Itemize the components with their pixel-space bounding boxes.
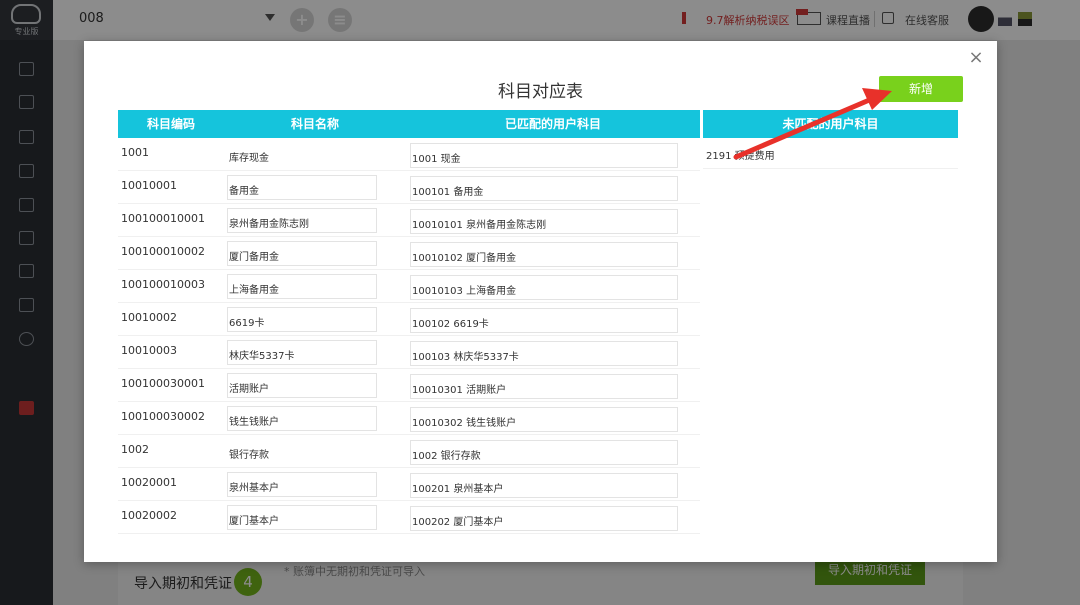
annotation-arrow-icon [733,88,892,160]
